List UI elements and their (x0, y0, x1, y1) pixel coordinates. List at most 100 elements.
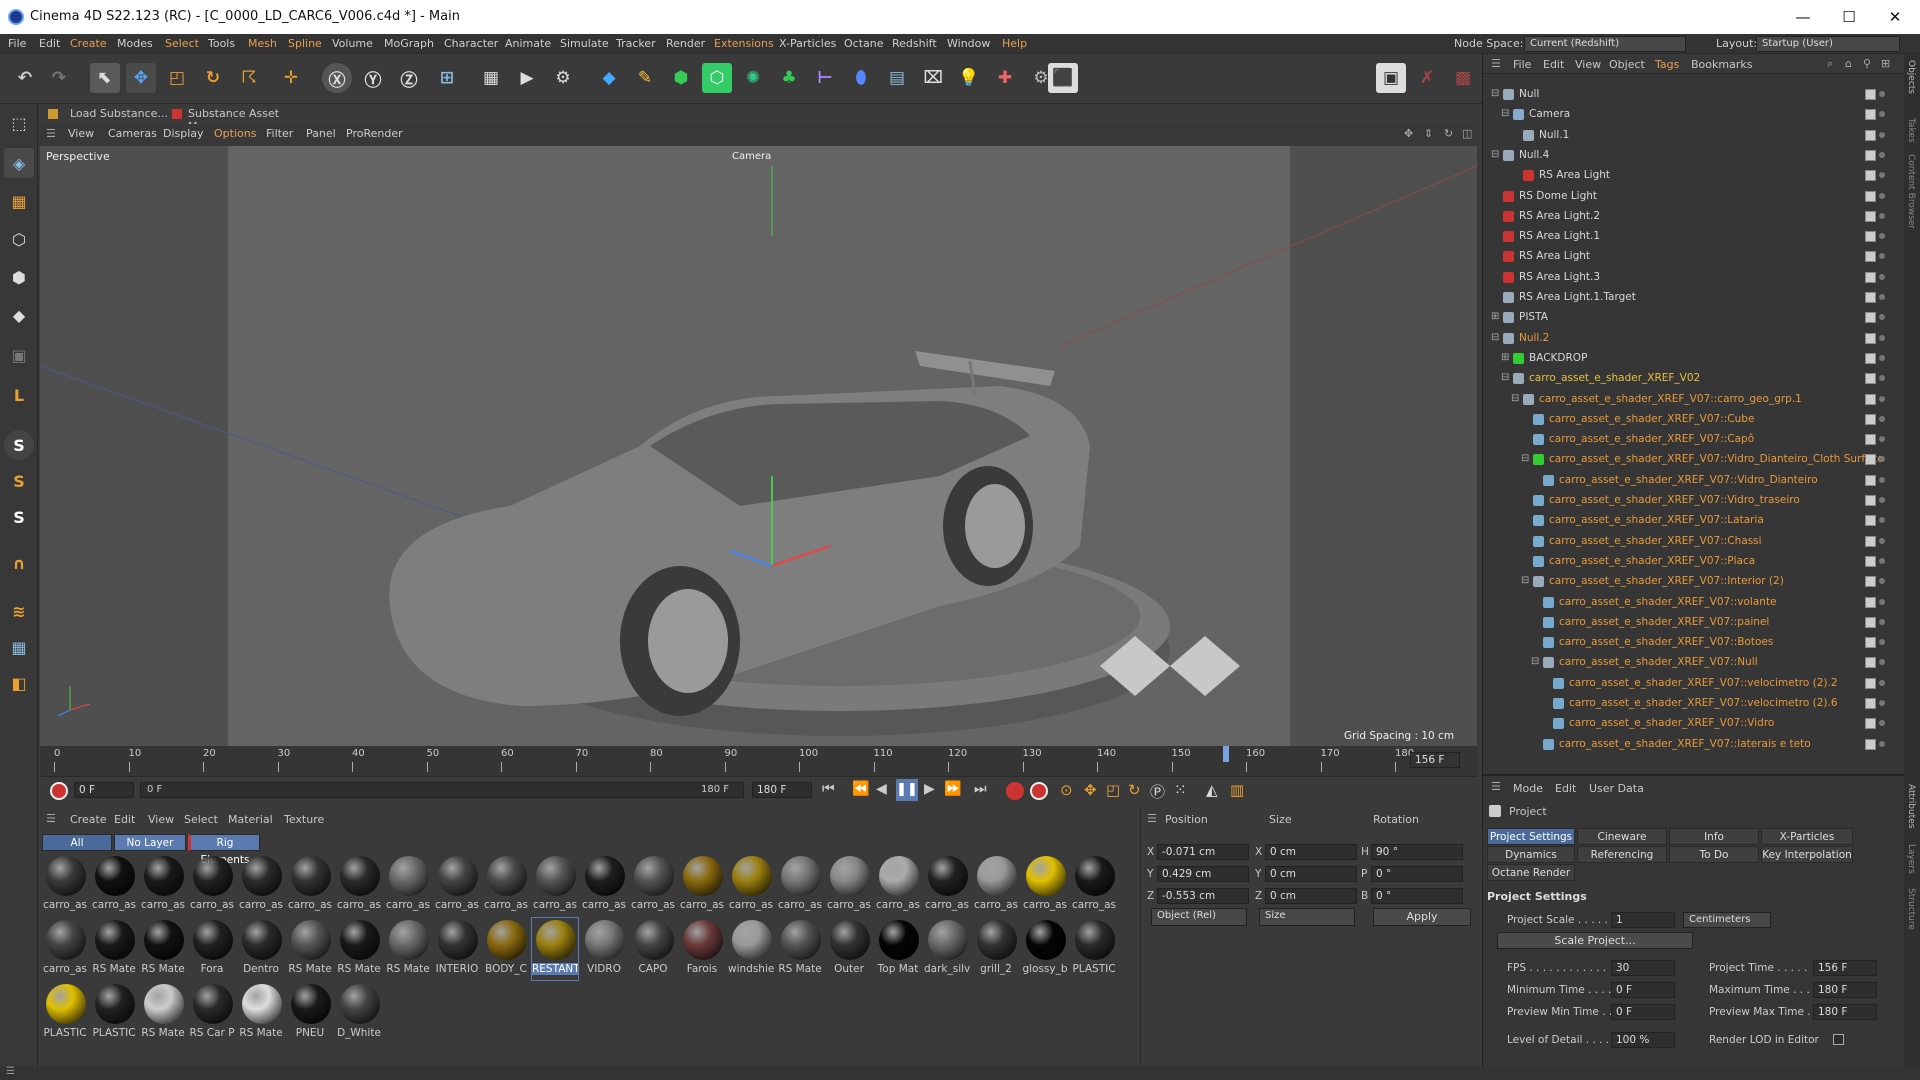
visibility-check-icon[interactable] (1865, 413, 1876, 425)
objmgr-menu-handle-icon[interactable]: ☰ (1491, 57, 1501, 70)
menu-create[interactable]: Create (70, 37, 107, 50)
object-row[interactable]: RS Area Light.1 (1483, 226, 1905, 246)
material-swatch[interactable]: carro_as (679, 854, 725, 916)
object-row[interactable]: carro_asset_e_shader_XREF_V07::Lataria (1483, 510, 1905, 530)
key-scale-icon[interactable]: ◰ (1106, 781, 1120, 799)
material-swatch[interactable]: Fora (189, 918, 235, 980)
menu-redshift[interactable]: Redshift (892, 37, 937, 50)
material-menu-material[interactable]: Material (228, 813, 273, 826)
layer-dot-icon[interactable] (1879, 436, 1885, 443)
generator-icon[interactable]: ⬡ (702, 63, 732, 93)
field-icon[interactable]: ⬮ (846, 63, 876, 93)
model-mode-icon[interactable]: ◈ (4, 148, 34, 178)
material-swatch[interactable]: carro_as (973, 854, 1019, 916)
object-row[interactable]: ⊟ carro_asset_e_shader_XREF_V07::Interior… (1483, 571, 1905, 591)
visibility-check-icon[interactable] (1865, 657, 1876, 669)
render-view-icon[interactable]: ▦ (476, 63, 506, 93)
auto-keying-icon[interactable] (1030, 782, 1048, 800)
expand-toggle-icon[interactable]: ⊟ (1501, 104, 1509, 124)
timeline-window-icon[interactable]: ▥ (1230, 781, 1244, 799)
menu-mograph[interactable]: MoGraph (384, 37, 434, 50)
visibility-check-icon[interactable] (1865, 251, 1876, 263)
next-frame-icon[interactable]: ▶ (924, 781, 935, 797)
start-frame-field[interactable]: 0 F (74, 782, 134, 798)
attr-menu-user-data[interactable]: User Data (1589, 782, 1644, 795)
render-picture-viewer-icon[interactable]: ▶ (512, 63, 542, 93)
material-swatch[interactable]: RESTANT (531, 917, 579, 981)
layer-dot-icon[interactable] (1879, 151, 1885, 158)
project-time-field[interactable]: 156 F (1813, 960, 1877, 976)
material-swatch[interactable]: VIDRO (581, 918, 627, 980)
material-swatch[interactable]: Outer (826, 918, 872, 980)
material-menu-texture[interactable]: Texture (284, 813, 324, 826)
layer-dot-icon[interactable] (1879, 253, 1885, 260)
level-of-detail-field[interactable]: 100 % (1611, 1032, 1675, 1048)
camera-icon[interactable]: ⌧ (918, 63, 948, 93)
material-swatch[interactable]: carro_as (189, 854, 235, 916)
snap-settings-icon[interactable]: S (4, 466, 34, 496)
expand-toggle-icon[interactable]: ⊟ (1501, 368, 1509, 388)
live-selection-icon[interactable]: ✛ (276, 63, 306, 93)
y-axis-icon[interactable]: Ⓨ (358, 63, 388, 93)
size-field[interactable]: 0 cm (1265, 888, 1357, 904)
z-axis-icon[interactable]: Ⓩ (394, 63, 424, 93)
scheme-icon[interactable]: ◭ (1206, 781, 1218, 799)
material-swatch[interactable]: carro_as (826, 854, 872, 916)
layer-dot-icon[interactable] (1879, 578, 1885, 585)
material-swatch[interactable]: windshie (728, 918, 774, 980)
material-swatch[interactable]: carro_as (728, 854, 774, 916)
rotate-tool-icon[interactable]: ↻ (198, 63, 228, 93)
preview-min-field[interactable]: 0 F (1611, 1004, 1675, 1020)
menu-select[interactable]: Select (165, 37, 199, 50)
visibility-check-icon[interactable] (1865, 109, 1876, 121)
material-swatch[interactable]: RS Mate (91, 918, 137, 980)
select-tool-icon[interactable]: ⬉ (90, 63, 120, 93)
visibility-check-icon[interactable] (1865, 373, 1876, 385)
size-field[interactable]: 0 cm (1265, 866, 1357, 882)
render-lod-checkbox[interactable] (1833, 1034, 1844, 1045)
go-to-end-icon[interactable]: ⏭ (974, 781, 987, 797)
menu-xparticles[interactable]: X-Particles (779, 37, 836, 50)
current-frame-field[interactable]: 156 F (1410, 752, 1460, 768)
x-axis-icon[interactable]: Ⓧ (322, 63, 352, 93)
coord-menu-handle-icon[interactable]: ☰ (1147, 812, 1157, 825)
material-menu-view[interactable]: View (148, 813, 174, 826)
3d-viewport[interactable]: Perspective Camera Grid Spacing : 10 cm (40, 146, 1477, 746)
objmgr-menu-edit[interactable]: Edit (1543, 58, 1564, 71)
rotation-field[interactable]: 90 ° (1371, 844, 1463, 860)
viewport-menu-filter[interactable]: Filter (266, 127, 293, 140)
coord-size-dropdown[interactable]: Size (1259, 908, 1355, 926)
coord-mode-dropdown[interactable]: Object (Rel) (1151, 908, 1247, 926)
uv-mode-icon[interactable]: ▣ (4, 340, 34, 370)
objmgr-menu-view[interactable]: View (1575, 58, 1601, 71)
lock-workplane-icon[interactable]: ◧ (4, 668, 34, 698)
objmgr-menu-bookmarks[interactable]: Bookmarks (1691, 58, 1752, 71)
layer-dot-icon[interactable] (1879, 537, 1885, 544)
object-row[interactable]: RS Area Light.3 (1483, 267, 1905, 287)
material-swatch[interactable]: RS Mate (287, 918, 333, 980)
make-editable-icon[interactable]: ⬚ (4, 108, 34, 138)
material-swatch[interactable]: carro_as (91, 854, 137, 916)
menu-extensions[interactable]: Extensions (714, 37, 774, 50)
key-pla-icon[interactable]: ⁙ (1174, 781, 1187, 799)
previous-key-icon[interactable]: ⏪ (852, 781, 869, 797)
move-tool-icon[interactable]: ✥ (126, 63, 156, 93)
layer-dot-icon[interactable] (1879, 659, 1885, 666)
material-swatch[interactable]: carro_as (238, 854, 284, 916)
layer-dot-icon[interactable] (1879, 557, 1885, 564)
object-row[interactable]: carro_asset_e_shader_XREF_V07::Botoes (1483, 632, 1905, 652)
object-row[interactable]: ⊟ carro_asset_e_shader_XREF_V07::Null (1483, 652, 1905, 672)
viewport-menu-options[interactable]: Options (214, 127, 256, 140)
render-settings-icon[interactable]: ⚙ (548, 63, 578, 93)
menu-tools[interactable]: Tools (208, 37, 235, 50)
object-row[interactable]: ⊟ carro_asset_e_shader_XREF_V07::Vidro_Di… (1483, 449, 1905, 469)
menu-character[interactable]: Character (444, 37, 498, 50)
visibility-check-icon[interactable] (1865, 129, 1876, 141)
redshift-tools-icon[interactable]: ▩ (1448, 63, 1478, 93)
layer-dot-icon[interactable] (1879, 476, 1885, 483)
layer-dot-icon[interactable] (1879, 598, 1885, 605)
layer-dot-icon[interactable] (1879, 192, 1885, 199)
layer-dot-icon[interactable] (1879, 679, 1885, 686)
layer-dot-icon[interactable] (1879, 172, 1885, 179)
expand-toggle-icon[interactable]: ⊟ (1491, 145, 1499, 165)
